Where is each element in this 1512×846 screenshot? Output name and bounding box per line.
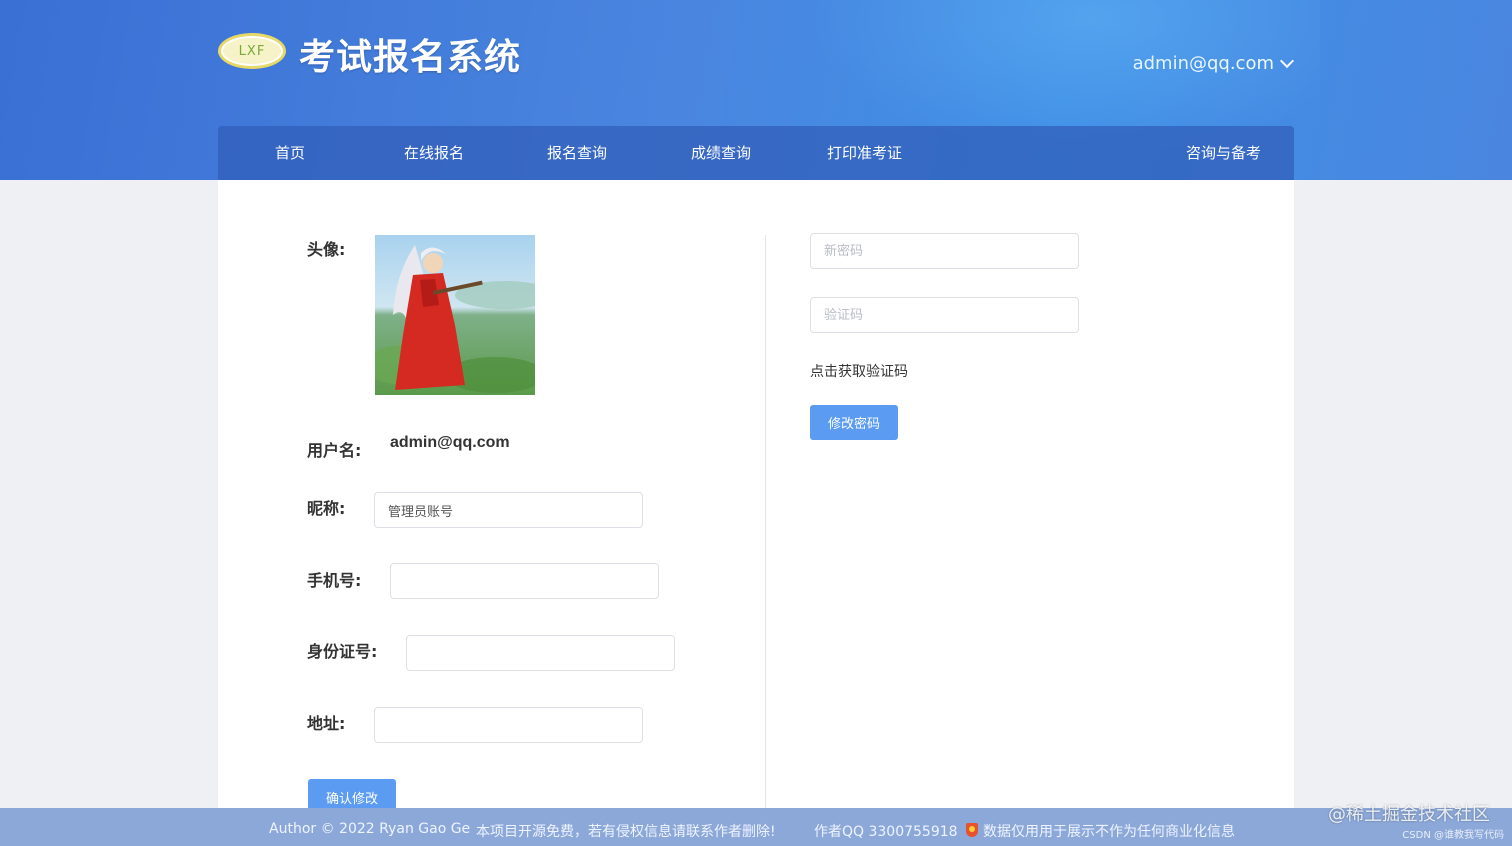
- avatar-image: [375, 235, 535, 395]
- nav-item-print-admission-ticket[interactable]: 打印准考证: [827, 126, 902, 180]
- logo-text: LXF: [238, 43, 266, 59]
- watermark: @稀土掘金技术社区: [1328, 804, 1490, 825]
- change-password-button[interactable]: 修改密码: [810, 405, 898, 440]
- address-label: 地址:: [307, 714, 346, 733]
- idcard-input[interactable]: [406, 635, 675, 671]
- nav-item-consult[interactable]: 咨询与备考: [1186, 126, 1261, 180]
- site-title: 考试报名系统: [299, 37, 522, 78]
- phone-input[interactable]: [390, 563, 659, 599]
- avatar[interactable]: [375, 235, 535, 395]
- new-password-input[interactable]: [810, 233, 1079, 269]
- nickname-label: 昵称:: [307, 499, 346, 518]
- footer-qq: 作者QQ 3300755918: [814, 824, 958, 840]
- profile-panel: 头像: 用户名: admin@qq.com 昵称: 管理员账号 手机号: 身份证…: [218, 180, 1294, 815]
- footer-opensource-notice: 本项目开源免费，若有侵权信息请联系作者删除!: [476, 824, 776, 840]
- shield-icon: [966, 823, 978, 837]
- column-divider: [765, 235, 766, 808]
- footer-author: Author © 2022 Ryan Gao Ge: [269, 821, 471, 837]
- nav-item-registration-query[interactable]: 报名查询: [547, 126, 607, 180]
- footer: Author © 2022 Ryan Gao Ge 本项目开源免费，若有侵权信息…: [0, 808, 1512, 846]
- nickname-input[interactable]: [374, 492, 643, 528]
- nav-item-online-registration[interactable]: 在线报名: [404, 126, 464, 180]
- footer-disclaimer: 数据仅用用于展示不作为任何商业化信息: [983, 824, 1235, 840]
- main-nav: 首页 在线报名 报名查询 成绩查询 打印准考证 咨询与备考: [218, 126, 1294, 180]
- phone-label: 手机号:: [307, 571, 362, 590]
- address-input[interactable]: [374, 707, 643, 743]
- nav-item-home[interactable]: 首页: [275, 126, 305, 180]
- user-email: admin@qq.com: [1132, 53, 1274, 74]
- chevron-down-icon: [1279, 53, 1295, 68]
- username-value: admin@qq.com: [390, 434, 510, 451]
- avatar-label: 头像:: [307, 240, 346, 259]
- user-menu[interactable]: admin@qq.com: [1132, 53, 1295, 74]
- nav-item-score-query[interactable]: 成绩查询: [691, 126, 751, 180]
- get-verification-code-link[interactable]: 点击获取验证码: [810, 361, 908, 381]
- site-logo[interactable]: LXF: [218, 33, 286, 69]
- watermark-sub: CSDN @谁教我写代码: [1402, 830, 1504, 841]
- idcard-label: 身份证号:: [307, 642, 378, 661]
- verification-code-input[interactable]: [810, 297, 1079, 333]
- username-label: 用户名:: [307, 441, 362, 460]
